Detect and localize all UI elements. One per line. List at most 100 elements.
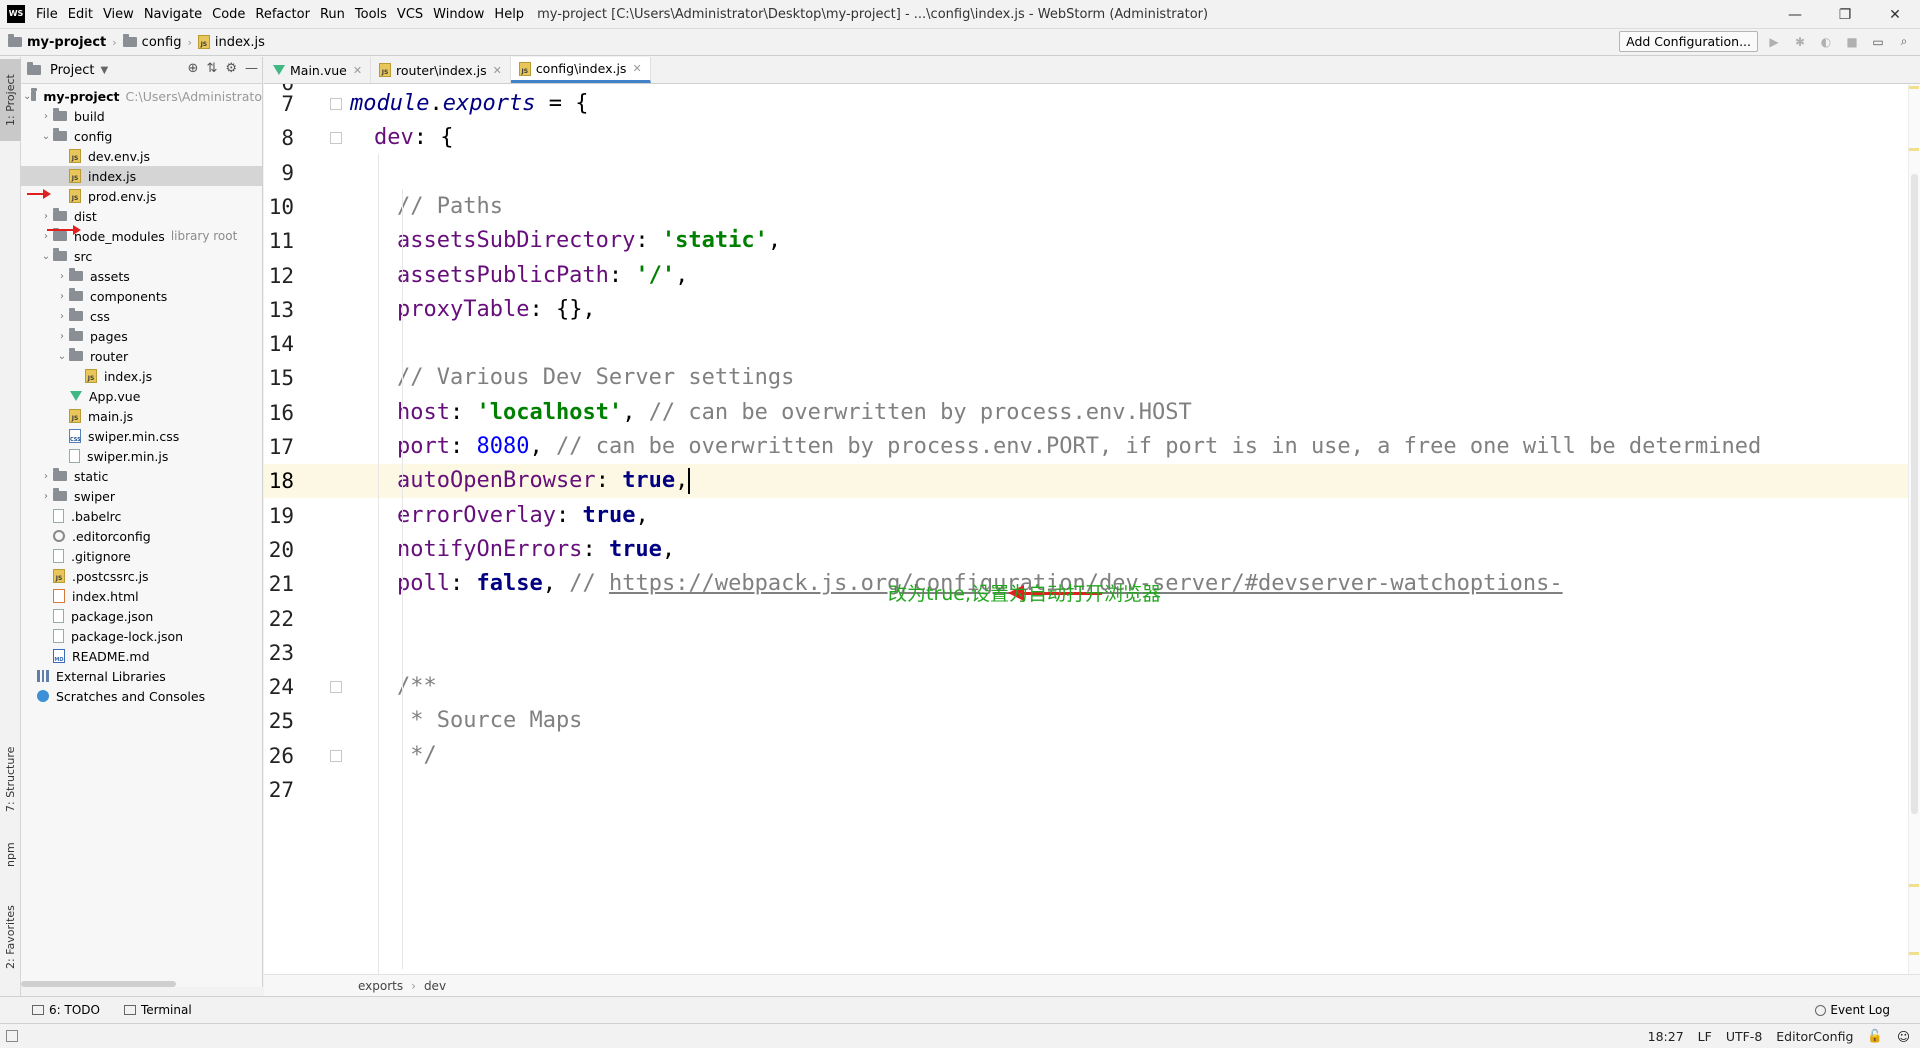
warning-mark[interactable]	[1909, 952, 1919, 955]
code-line[interactable]: notifyOnErrors: true,	[350, 533, 1920, 567]
code-editor[interactable]: 6 78910111213141516171819202122232425262…	[264, 84, 1920, 974]
code-line[interactable]: port: 8080, // can be overwritten by pro…	[350, 430, 1920, 464]
fold-marker[interactable]	[330, 749, 342, 762]
tree-item[interactable]: ⌄ config	[21, 126, 262, 146]
tree-item[interactable]: ›App.vue	[21, 386, 262, 406]
tree-item[interactable]: › pages	[21, 326, 262, 346]
tree-item[interactable]: › build	[21, 106, 262, 126]
chevron-down-icon[interactable]: ⌄	[39, 251, 53, 262]
chevron-right-icon[interactable]: ›	[39, 211, 53, 222]
npm-tool-tab[interactable]: npm	[0, 835, 21, 875]
tree-item[interactable]: ›JSindex.js	[21, 366, 262, 386]
tree-item[interactable]: ⌄ router	[21, 346, 262, 366]
code-line[interactable]: // Paths	[350, 190, 1920, 224]
menu-code[interactable]: Code	[207, 7, 250, 22]
code-line[interactable]: proxyTable: {},	[350, 293, 1920, 327]
menu-file[interactable]: File	[31, 7, 63, 22]
editor-config-status[interactable]: EditorConfig	[1776, 1029, 1853, 1044]
tab-router-index-js[interactable]: JS router\index.js ✕	[371, 57, 511, 83]
code-line[interactable]: // Various Dev Server settings	[350, 361, 1920, 395]
tree-item[interactable]: ›package.json	[21, 606, 262, 626]
gear-icon[interactable]: ⚙	[225, 61, 237, 76]
chevron-down-icon[interactable]: ⌄	[23, 91, 31, 102]
tree-item[interactable]: ›JSprod.env.js	[21, 186, 262, 206]
tree-item[interactable]: › dist	[21, 206, 262, 226]
tab-config-index-js[interactable]: JS config\index.js ✕	[510, 57, 651, 83]
file-encoding[interactable]: UTF-8	[1726, 1029, 1762, 1044]
code-line[interactable]	[350, 602, 1920, 636]
tree-item[interactable]: › css	[21, 306, 262, 326]
breadcrumb-config[interactable]: config	[119, 34, 186, 50]
project-view-selector[interactable]: Project	[50, 63, 94, 78]
maximize-button[interactable]: ❐	[1820, 0, 1870, 29]
chevron-right-icon[interactable]: ›	[55, 291, 69, 302]
chevron-right-icon[interactable]: ›	[39, 231, 53, 242]
fold-marker[interactable]	[330, 681, 342, 694]
event-log-button[interactable]: Event Log	[1815, 1003, 1890, 1017]
menu-refactor[interactable]: Refactor	[250, 7, 315, 22]
code-line[interactable]	[350, 156, 1920, 190]
tree-item[interactable]: ›External Libraries	[21, 666, 262, 686]
code-area[interactable]: module.exports = {dev: {// Paths assetsSu…	[350, 84, 1920, 974]
menu-window[interactable]: Window	[428, 7, 489, 22]
close-button[interactable]: ✕	[1870, 0, 1920, 29]
tool-windows-icon[interactable]	[6, 1030, 18, 1042]
tree-item[interactable]: ›JSdev.env.js	[21, 146, 262, 166]
debug-icon[interactable]: ✱	[1790, 32, 1810, 52]
menu-run[interactable]: Run	[315, 7, 350, 22]
tree-item[interactable]: ›swiper.min.js	[21, 446, 262, 466]
tree-item[interactable]: › assets	[21, 266, 262, 286]
tree-item[interactable]: ›index.html	[21, 586, 262, 606]
chevron-down-icon[interactable]: ⌄	[55, 351, 69, 362]
warning-mark[interactable]	[1909, 884, 1919, 887]
menu-help[interactable]: Help	[489, 7, 529, 22]
terminal-tool-button[interactable]: Terminal	[123, 1003, 192, 1017]
coverage-icon[interactable]: ◐	[1816, 32, 1836, 52]
tree-root[interactable]: ⌄ my-project C:\Users\Administrato	[21, 86, 262, 106]
lock-icon[interactable]: 🔓	[1867, 1028, 1883, 1044]
tree-item[interactable]: ›MDREADME.md	[21, 646, 262, 666]
structure-tool-tab[interactable]: 7: Structure	[0, 739, 21, 819]
close-icon[interactable]: ✕	[353, 64, 362, 77]
chevron-down-icon[interactable]: ⌄	[39, 131, 53, 142]
tree-item[interactable]: ›.babelrc	[21, 506, 262, 526]
chevron-right-icon[interactable]: ›	[55, 271, 69, 282]
code-line[interactable]: * Source Maps	[350, 704, 1920, 738]
breadcrumb-file[interactable]: JS index.js	[194, 35, 269, 50]
tree-item[interactable]: › swiper	[21, 486, 262, 506]
horizontal-scrollbar[interactable]	[21, 981, 176, 987]
hide-icon[interactable]: —	[245, 61, 258, 76]
code-breadcrumb-item[interactable]: exports	[358, 979, 403, 993]
error-stripe[interactable]	[1908, 84, 1920, 974]
code-line[interactable]: autoOpenBrowser: true,	[350, 464, 1920, 499]
tree-item[interactable]: ›JS.postcssrc.js	[21, 566, 262, 586]
notification-icon[interactable]: ☺	[1897, 1029, 1910, 1044]
project-structure-icon[interactable]: ▭	[1868, 32, 1888, 52]
run-icon[interactable]: ▶	[1764, 32, 1784, 52]
add-configuration-button[interactable]: Add Configuration...	[1619, 31, 1758, 52]
close-icon[interactable]: ✕	[632, 62, 641, 75]
code-line[interactable]: errorOverlay: true,	[350, 499, 1920, 533]
tree-item[interactable]: ›package-lock.json	[21, 626, 262, 646]
tree-item[interactable]: ⌄ src	[21, 246, 262, 266]
tree-item[interactable]: ›CSSswiper.min.css	[21, 426, 262, 446]
stop-icon[interactable]: ■	[1842, 32, 1862, 52]
breadcrumb-project[interactable]: my-project	[0, 34, 110, 50]
code-line[interactable]: host: 'localhost', // can be overwritten…	[350, 396, 1920, 430]
favorites-tool-tab[interactable]: 2: Favorites	[0, 897, 21, 977]
chevron-right-icon[interactable]: ›	[55, 311, 69, 322]
chevron-right-icon[interactable]: ›	[39, 471, 53, 482]
code-line[interactable]: assetsPublicPath: '/',	[350, 259, 1920, 293]
tree-item[interactable]: › static	[21, 466, 262, 486]
warning-mark[interactable]	[1909, 86, 1919, 89]
collapse-all-icon[interactable]: ⇅	[206, 61, 217, 76]
chevron-right-icon[interactable]: ›	[39, 491, 53, 502]
code-line[interactable]	[350, 636, 1920, 670]
tree-item[interactable]: › components	[21, 286, 262, 306]
minimize-button[interactable]: —	[1770, 0, 1820, 29]
vertical-scrollbar[interactable]	[1911, 174, 1918, 814]
fold-marker[interactable]	[330, 132, 342, 145]
menu-navigate[interactable]: Navigate	[139, 7, 207, 22]
warning-mark[interactable]	[1909, 148, 1919, 151]
line-separator[interactable]: LF	[1698, 1029, 1712, 1044]
